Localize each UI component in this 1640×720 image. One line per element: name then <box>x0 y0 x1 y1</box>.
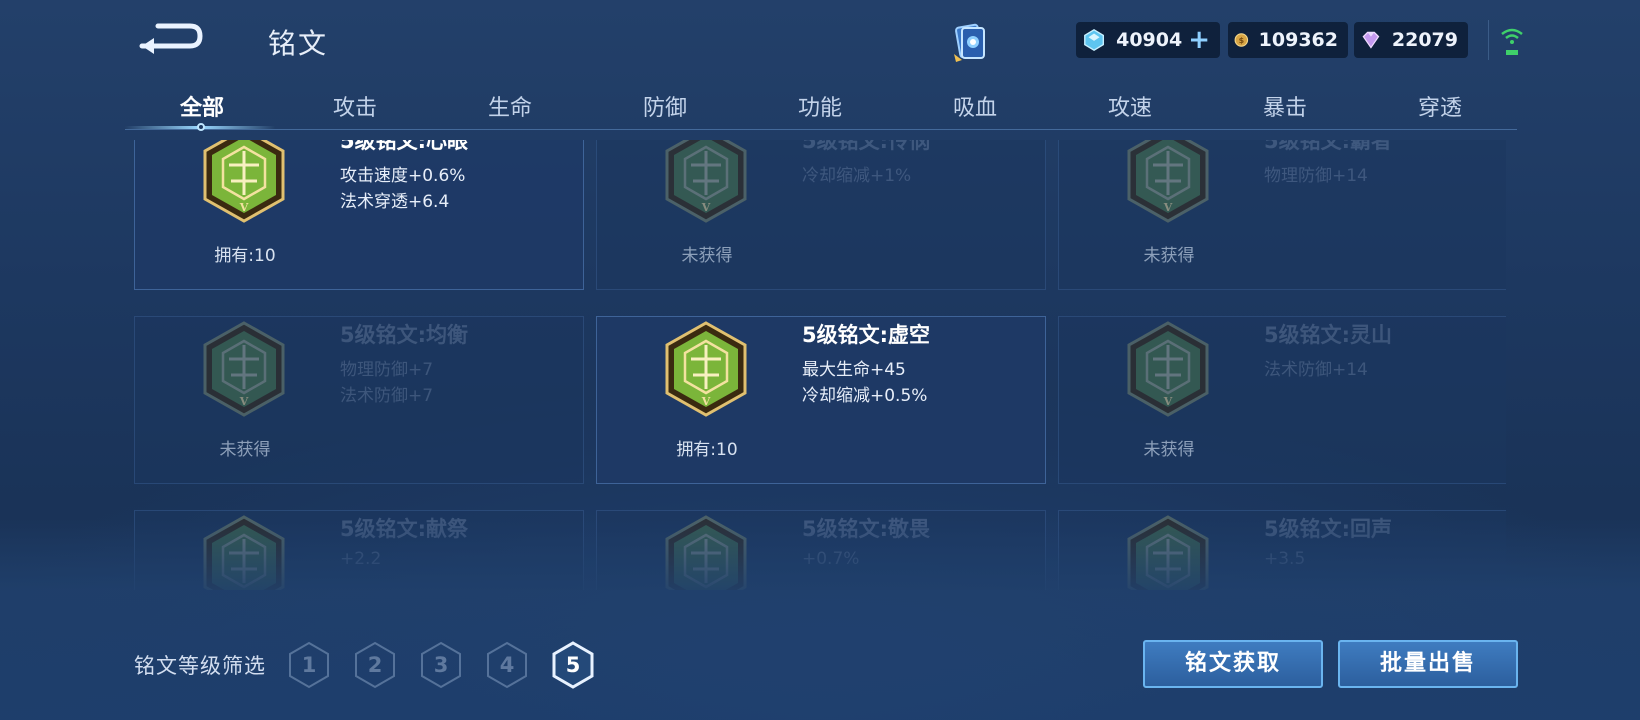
rune-stat: 物理防御+7 <box>340 360 434 380</box>
level-filter-5[interactable]: 5 <box>550 640 596 690</box>
rune-emblem-icon: V <box>203 140 285 223</box>
rune-name: 5级铭文:心眼 <box>340 140 469 153</box>
rune-name: 5级铭文:献祭 <box>340 517 469 541</box>
active-tab-dot <box>197 123 205 131</box>
card-pack-icon[interactable] <box>948 20 992 64</box>
svg-text:V: V <box>701 589 711 590</box>
rune-emblem-icon: V <box>203 515 285 590</box>
svg-text:$: $ <box>1239 36 1245 45</box>
rune-emblem-icon: V <box>1127 140 1209 223</box>
rune-stat: 法术穿透+6.4 <box>340 192 450 212</box>
not-obtained-label: 未获得 <box>681 246 733 266</box>
level-filter-2[interactable]: 2 <box>352 640 398 690</box>
rune-grid: V 5级铭文:心眼攻击速度+0.6% 法术穿透+6.4 拥有:10 V 5级铭文:怜悯冷却… <box>134 140 1506 590</box>
rune-stat: 最大生命+45 <box>802 360 906 380</box>
top-bar: 铭文 40904 + $ 109362 22079 <box>0 0 1640 84</box>
tab-defense[interactable]: 防御 <box>610 90 720 122</box>
batch-sell-button[interactable]: 批量出售 <box>1338 640 1518 688</box>
rune-name: 5级铭文:敬畏 <box>802 517 931 541</box>
diamond-amount: 40904 <box>1116 29 1183 51</box>
rune-name: 5级铭文:灵山 <box>1264 323 1393 347</box>
rune-stat: +3.5 <box>1264 549 1306 569</box>
not-obtained-label: 未获得 <box>1143 246 1195 266</box>
rune-emblem-icon: V <box>1127 321 1209 417</box>
get-runes-button[interactable]: 铭文获取 <box>1143 640 1323 688</box>
rune-name: 5级铭文:均衡 <box>340 323 469 347</box>
svg-text:V: V <box>239 395 249 408</box>
level-filter-label: 铭文等级筛选 <box>134 654 266 678</box>
rune-emblem-icon: V <box>665 515 747 590</box>
rune-card[interactable]: V 5级铭文:回声 +3.5 <box>1058 510 1506 590</box>
svg-text:V: V <box>1163 201 1173 214</box>
tab-attack[interactable]: 攻击 <box>300 90 410 122</box>
owned-count: 拥有:10 <box>214 246 276 266</box>
tab-penetration[interactable]: 穿透 <box>1385 90 1495 122</box>
level-number: 2 <box>367 653 383 677</box>
rune-stat: 物理防御+14 <box>1264 166 1368 186</box>
gold-coin-icon: $ <box>1234 33 1249 47</box>
rune-card[interactable]: V 5级铭文:心眼攻击速度+0.6% 法术穿透+6.4 拥有:10 <box>134 140 584 290</box>
rune-name: 5级铭文:回声 <box>1264 517 1393 541</box>
gem-currency: 22079 <box>1354 22 1468 58</box>
rune-stat: +2.2 <box>340 549 382 569</box>
level-number: 4 <box>499 653 515 677</box>
diamond-currency: 40904 + <box>1076 22 1220 58</box>
tab-health[interactable]: 生命 <box>455 90 565 122</box>
rune-card[interactable]: V 5级铭文:霸者物理防御+14 未获得 <box>1058 140 1506 290</box>
purple-gem-icon <box>1362 31 1380 49</box>
gold-currency: $ 109362 <box>1228 22 1348 58</box>
rune-emblem-icon: V <box>1127 515 1209 590</box>
rune-stat: 攻击速度+0.6% <box>340 166 466 186</box>
rune-stat: 冷却缩减+0.5% <box>802 386 928 406</box>
svg-text:V: V <box>701 201 711 214</box>
rune-stat: 冷却缩减+1% <box>802 166 912 186</box>
rune-emblem-icon: V <box>665 140 747 223</box>
rune-stat: +0.7% <box>802 549 860 569</box>
rune-card[interactable]: V 5级铭文:献祭 +2.2 <box>134 510 584 590</box>
tab-critical[interactable]: 暴击 <box>1230 90 1340 122</box>
rune-card[interactable]: V 5级铭文:灵山法术防御+14 未获得 <box>1058 316 1506 484</box>
not-obtained-label: 未获得 <box>1143 440 1195 460</box>
level-number: 3 <box>433 653 449 677</box>
level-number: 1 <box>301 653 317 677</box>
not-obtained-label: 未获得 <box>219 440 271 460</box>
level-filter-4[interactable]: 4 <box>484 640 530 690</box>
rune-card[interactable]: V 5级铭文:均衡物理防御+7 法术防御+7 未获得 <box>134 316 584 484</box>
svg-text:V: V <box>1163 395 1173 408</box>
owned-count: 拥有:10 <box>676 440 738 460</box>
rune-emblem-icon: V <box>665 321 747 417</box>
gem-amount: 22079 <box>1391 29 1458 51</box>
divider <box>1488 20 1489 60</box>
rune-name: 5级铭文:怜悯 <box>802 140 931 153</box>
add-diamond-button[interactable]: + <box>1188 27 1210 53</box>
wifi-signal-icon <box>1500 24 1524 58</box>
gold-amount: 109362 <box>1258 29 1338 51</box>
level-filter-1[interactable]: 1 <box>286 640 332 690</box>
svg-text:V: V <box>239 589 249 590</box>
rune-emblem-icon: V <box>203 321 285 417</box>
rune-card[interactable]: V 5级铭文:虚空最大生命+45 冷却缩减+0.5% 拥有:10 <box>596 316 1046 484</box>
level-filter-3[interactable]: 3 <box>418 640 464 690</box>
page-title: 铭文 <box>268 27 329 60</box>
tab-attack-speed[interactable]: 攻速 <box>1075 90 1185 122</box>
back-arrow-icon <box>139 23 203 54</box>
rune-card[interactable]: V 5级铭文:敬畏 +0.7% <box>596 510 1046 590</box>
rune-stat: 法术防御+7 <box>340 386 434 406</box>
rune-card[interactable]: V 5级铭文:怜悯冷却缩减+1% 未获得 <box>596 140 1046 290</box>
rune-name: 5级铭文:霸者 <box>1264 140 1393 153</box>
tab-all[interactable]: 全部 <box>147 90 257 122</box>
rune-stat: 法术防御+14 <box>1264 360 1368 380</box>
level-number: 5 <box>565 653 581 677</box>
tab-function[interactable]: 功能 <box>765 90 875 122</box>
svg-text:V: V <box>701 395 711 408</box>
svg-text:V: V <box>239 201 249 214</box>
rune-name: 5级铭文:虚空 <box>802 323 931 347</box>
svg-text:V: V <box>1163 589 1173 590</box>
diamond-icon <box>1084 28 1105 52</box>
category-tabs: 全部 攻击 生命 防御 功能 吸血 攻速 暴击 穿透 <box>125 86 1517 131</box>
tab-lifesteal[interactable]: 吸血 <box>920 90 1030 122</box>
back-button[interactable] <box>138 22 204 56</box>
